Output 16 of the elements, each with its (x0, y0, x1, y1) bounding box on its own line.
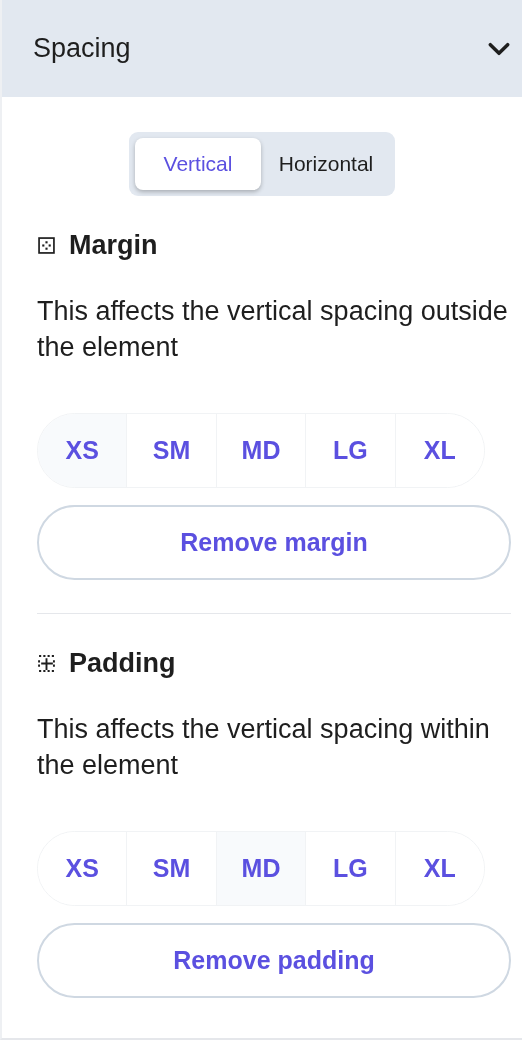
size-option[interactable]: XL (394, 832, 484, 905)
size-option[interactable]: XS (38, 414, 127, 487)
margin-icon (38, 237, 55, 254)
section-title: Padding (69, 648, 176, 679)
remove-button[interactable]: Remove margin (37, 505, 511, 580)
tab[interactable]: Vertical (135, 138, 261, 190)
section-title: Margin (69, 230, 158, 261)
remove-button[interactable]: Remove padding (37, 923, 511, 998)
padding-icon (38, 655, 55, 672)
section-description: This affects the vertical spacing within the element (37, 713, 491, 782)
section-description: This affects the vertical spacing outside the element (37, 295, 509, 364)
tab[interactable]: Horizontal (263, 138, 389, 190)
size-option[interactable]: XL (394, 414, 484, 487)
panel-title: Spacing (33, 33, 131, 64)
panel-header[interactable]: Spacing (2, 0, 522, 97)
size-option[interactable]: MD (215, 832, 306, 905)
